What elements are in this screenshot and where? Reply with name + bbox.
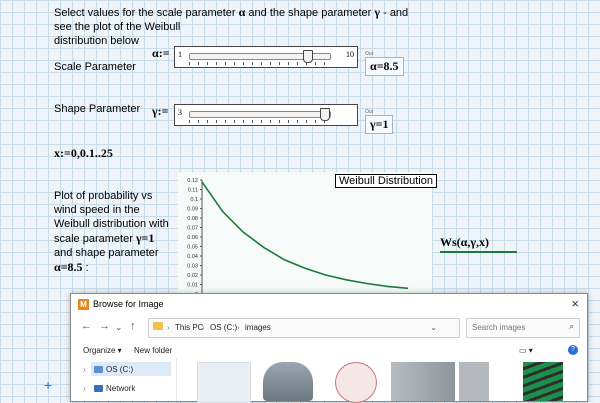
address-bar[interactable]: › This PC › OS (C:) › images ⌄ ⟳	[148, 318, 460, 338]
caption-line-4: scale parameter	[54, 233, 133, 245]
gamma-definition: γ:=	[152, 104, 168, 118]
tree-item-os-c[interactable]: OS (C:)	[106, 365, 133, 374]
forward-icon[interactable]: →	[99, 320, 110, 332]
y-tick-label: 0.08	[187, 216, 198, 222]
plot-title: Weibull Distribution	[335, 174, 437, 188]
help-icon[interactable]: ?	[568, 345, 578, 355]
y-tick-label: 0.12	[187, 178, 198, 184]
scale-slider[interactable]: 1 10	[174, 46, 358, 68]
drive-icon	[94, 366, 103, 373]
browse-dialog: M Browse for Image × ← → ⌄ ↑ › This PC ›…	[70, 293, 588, 402]
legend-expression: Ws(α,γ,x)	[440, 235, 489, 250]
series-line	[202, 182, 408, 288]
caption-colon: :	[86, 262, 89, 274]
y-tick-label: 0.02	[187, 273, 198, 279]
y-tick-label: 0.05	[187, 245, 198, 251]
y-tick-label: 0.09	[187, 207, 198, 213]
intro-text: Select values for the scale parameter α …	[54, 5, 414, 48]
intro-alpha: α	[239, 5, 246, 19]
caption-gamma: γ=1	[136, 231, 154, 245]
breadcrumb-os-c[interactable]: OS (C:)	[210, 323, 237, 332]
shape-parameter-label: Shape Parameter	[54, 102, 140, 116]
scale-parameter-label: Scale Parameter	[54, 60, 136, 74]
new-folder-button[interactable]: New folder	[134, 346, 172, 355]
shape-slider-ticks	[189, 120, 331, 123]
shape-result: γ=1	[365, 115, 393, 134]
plot-caption: Plot of probability vs wind speed in the…	[54, 189, 174, 275]
caption-alpha: α=8.5	[54, 260, 83, 274]
intro-part-1: Select values for the scale parameter	[54, 7, 236, 19]
view-options-icon[interactable]: ▭ ▾	[519, 346, 533, 355]
add-region-icon[interactable]: +	[44, 377, 52, 393]
image-thumbnail[interactable]	[197, 362, 251, 403]
shape-slider-track	[189, 111, 331, 118]
intro-part-4: distribution below	[54, 35, 139, 47]
network-icon	[94, 385, 103, 392]
caption-line-1: Plot of probability vs	[54, 190, 152, 202]
scale-result: α=8.5	[365, 57, 404, 76]
organize-button[interactable]: Organize ▾	[83, 346, 122, 355]
tree-item-network[interactable]: Network	[106, 384, 135, 393]
legend-line	[440, 251, 517, 253]
breadcrumb-separator-icon: ›	[202, 323, 205, 332]
shape-slider-min: 3	[178, 108, 182, 117]
scale-slider-min: 1	[178, 50, 182, 59]
y-tick-label: 0.1	[190, 197, 198, 203]
navigation-pane: › OS (C:) › Network	[71, 358, 171, 401]
alpha-definition: α:=	[152, 46, 170, 60]
breadcrumb-separator-icon: ›	[167, 323, 170, 332]
search-input[interactable]: Search images	[472, 323, 525, 332]
mathcad-icon: M	[78, 299, 89, 310]
close-icon[interactable]: ×	[571, 296, 579, 311]
breadcrumb-separator-icon: ›	[237, 323, 240, 332]
chevron-down-icon[interactable]: ⌄	[115, 322, 123, 333]
breadcrumb-this-pc[interactable]: This PC	[175, 323, 203, 332]
dialog-title: Browse for Image	[93, 299, 164, 309]
expand-icon[interactable]: ›	[83, 384, 86, 393]
address-dropdown-icon[interactable]: ⌄	[430, 323, 437, 332]
plot-canvas: 00.010.020.030.040.050.060.070.080.090.1…	[178, 172, 432, 302]
caption-line-3: Weibull distribution with	[54, 218, 169, 230]
image-thumbnail[interactable]	[523, 362, 563, 401]
search-icon[interactable]: ⌕	[569, 321, 574, 332]
scale-slider-ticks	[189, 62, 331, 65]
weibull-plot[interactable]: 00.010.020.030.040.050.060.070.080.090.1…	[178, 172, 432, 302]
shape-slider[interactable]: 3	[174, 104, 358, 126]
intro-part-2: and the shape parameter	[248, 7, 371, 19]
breadcrumb-images[interactable]: images	[245, 323, 271, 332]
y-tick-label: 0.07	[187, 226, 198, 232]
y-tick-label: 0.04	[187, 254, 198, 260]
back-icon[interactable]: ←	[81, 320, 92, 332]
up-icon[interactable]: ↑	[130, 320, 136, 332]
caption-line-5: and shape parameter	[54, 247, 159, 259]
y-tick-label: 0.06	[187, 235, 198, 241]
dialog-titlebar: M Browse for Image ×	[71, 294, 587, 316]
caption-line-2: wind speed in the	[54, 204, 140, 216]
expand-icon[interactable]: ›	[83, 365, 86, 374]
image-thumbnail[interactable]	[391, 362, 455, 401]
y-tick-label: 0.03	[187, 264, 198, 270]
folder-icon	[153, 322, 163, 330]
plot-axes	[202, 180, 408, 294]
scale-slider-max: 10	[346, 50, 354, 59]
file-thumbnails	[176, 358, 588, 401]
y-tick-label: 0.11	[188, 188, 198, 194]
image-thumbnail[interactable]	[459, 362, 489, 401]
x-range-definition: x:=0,0.1..25	[54, 146, 113, 160]
y-tick-label: 0.01	[187, 283, 198, 289]
image-thumbnail[interactable]	[263, 362, 313, 401]
search-box[interactable]: Search images ⌕	[466, 318, 580, 338]
intro-gamma: γ	[374, 5, 380, 19]
image-thumbnail[interactable]	[335, 362, 377, 403]
